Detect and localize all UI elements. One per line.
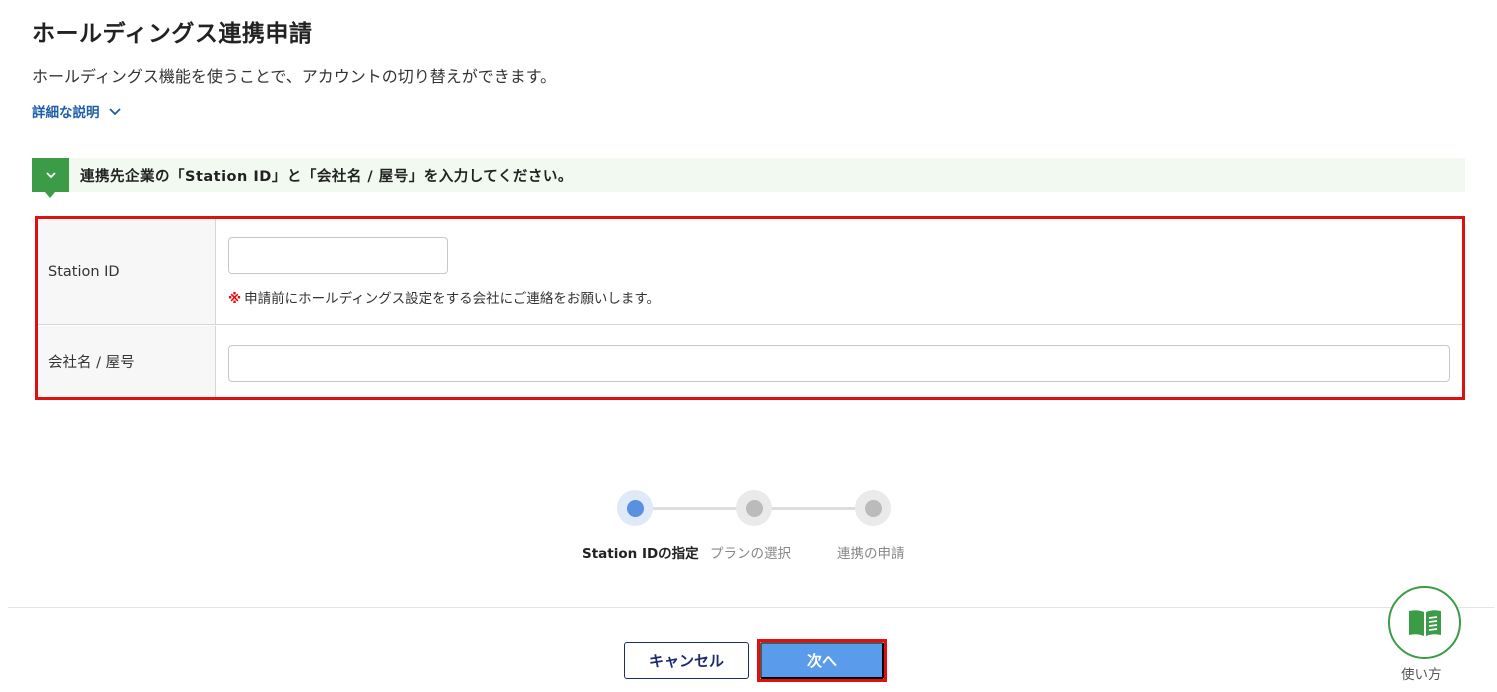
application-form: Station ID ※ 申請前にホールディングス設定をする会社にご連絡をお願いし… bbox=[35, 216, 1465, 400]
next-button[interactable]: 次へ bbox=[760, 642, 884, 679]
note-text: 申請前にホールディングス設定をする会社にご連絡をお願いします。 bbox=[244, 291, 661, 307]
step-indicator bbox=[736, 490, 772, 526]
company-label: 会社名 / 屋号 bbox=[38, 326, 216, 397]
step-label-station-id: Station IDの指定 bbox=[582, 546, 699, 562]
step-indicator-active bbox=[617, 490, 653, 526]
company-cell bbox=[216, 326, 1462, 397]
page-description: ホールディングス機能を使うことで、アカウントの切り替えができます。 bbox=[32, 67, 557, 86]
progress-stepper: Station IDの指定 プランの選択 連携の申請 bbox=[560, 488, 940, 568]
book-icon bbox=[1408, 609, 1441, 636]
chevron-down-icon bbox=[45, 172, 56, 179]
step-label-plan: プランの選択 bbox=[710, 546, 791, 562]
detail-link-label: 詳細な説明 bbox=[32, 105, 100, 121]
station-id-cell: ※ 申請前にホールディングス設定をする会社にご連絡をお願いします。 bbox=[216, 219, 1462, 324]
form-row-company: 会社名 / 屋号 bbox=[38, 326, 1462, 397]
station-id-note: ※ 申請前にホールディングス設定をする会社にご連絡をお願いします。 bbox=[228, 287, 660, 307]
help-label: 使い方 bbox=[1401, 667, 1442, 683]
company-name-input[interactable] bbox=[228, 345, 1450, 382]
help-widget[interactable]: 使い方 bbox=[1387, 586, 1463, 686]
step-indicator bbox=[855, 490, 891, 526]
step-dot bbox=[626, 499, 644, 517]
instruction-badge bbox=[32, 158, 69, 198]
detail-toggle-link[interactable]: 詳細な説明 bbox=[32, 101, 122, 121]
instruction-banner: 連携先企業の「Station ID」と「会社名 / 屋号」を入力してください。 bbox=[32, 158, 1465, 198]
chevron-down-icon bbox=[108, 108, 121, 116]
page-title: ホールディングス連携申請 bbox=[32, 21, 313, 47]
form-row-station-id: Station ID ※ 申請前にホールディングス設定をする会社にご連絡をお願いし… bbox=[38, 219, 1462, 325]
station-id-label: Station ID bbox=[38, 219, 216, 324]
station-id-input[interactable] bbox=[228, 237, 448, 274]
note-mark: ※ bbox=[228, 291, 242, 307]
cancel-button[interactable]: キャンセル bbox=[624, 642, 749, 679]
step-dot bbox=[745, 499, 763, 517]
instruction-text: 連携先企業の「Station ID」と「会社名 / 屋号」を入力してください。 bbox=[80, 169, 573, 185]
step-dot bbox=[864, 499, 882, 517]
step-label-apply: 連携の申請 bbox=[837, 546, 905, 562]
footer-divider bbox=[8, 607, 1494, 608]
help-circle bbox=[1388, 586, 1461, 659]
stepper-connector bbox=[652, 507, 738, 510]
stepper-connector bbox=[771, 507, 857, 510]
